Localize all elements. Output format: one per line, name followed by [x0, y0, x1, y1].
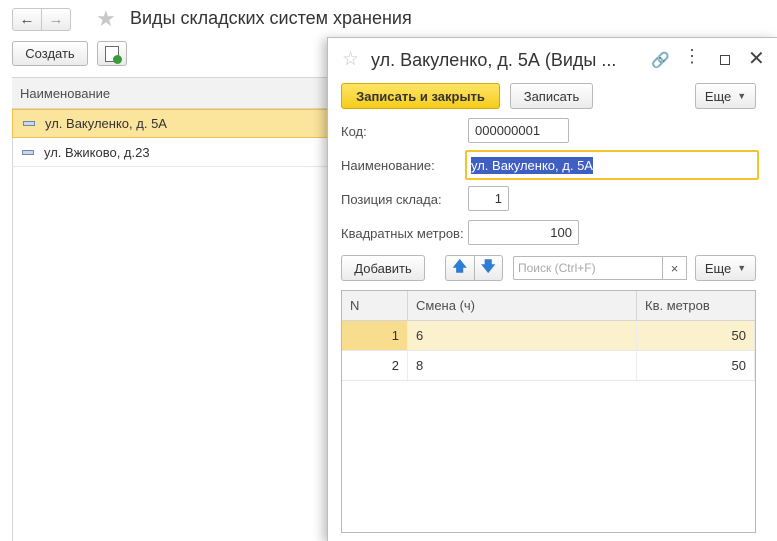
sqm-label: Квадратных метров:	[341, 226, 464, 241]
shifts-table: N Смена (ч) Кв. метров 1 6 50 2 8 50	[341, 290, 756, 533]
cell-n: 2	[342, 351, 408, 380]
more-menu-button[interactable]: Еще ▼	[695, 83, 756, 109]
column-header-shift[interactable]: Смена (ч)	[408, 291, 637, 320]
arrow-up-icon: 🡅	[452, 258, 467, 274]
search-input[interactable]: Поиск (Ctrl+F)	[513, 256, 663, 280]
name-field-value: ул. Вакуленко, д. 5А	[471, 156, 593, 174]
create-button[interactable]: Создать	[12, 41, 88, 66]
move-up-button[interactable]: 🡅	[445, 255, 475, 281]
copy-button[interactable]	[97, 41, 127, 66]
cell-shift: 8	[408, 351, 637, 380]
name-field[interactable]: ул. Вакуленко, д. 5А	[465, 150, 759, 180]
arrow-right-icon: →	[48, 11, 64, 28]
save-and-close-button[interactable]: Записать и закрыть	[341, 83, 500, 109]
list-border	[12, 109, 13, 541]
chevron-down-icon: ▼	[737, 91, 747, 101]
list-item-label: ул. Вакуленко, д. 5А	[45, 116, 167, 131]
position-label: Позиция склада:	[341, 192, 442, 207]
form-title: ул. Вакуленко, д. 5А (Виды ...	[371, 50, 617, 70]
page-title: Виды складских систем хранения	[130, 8, 412, 28]
clear-search-icon[interactable]: ×	[663, 256, 687, 280]
item-icon	[23, 121, 35, 126]
favorite-star-icon[interactable]: ★	[96, 6, 116, 32]
favorite-star-icon[interactable]: ☆	[342, 48, 359, 71]
item-form-window: ☆ ул. Вакуленко, д. 5А (Виды ... 🔗 ⋮ ✕ З…	[327, 37, 777, 541]
cell-sqm: 50	[637, 351, 755, 380]
move-down-button[interactable]: 🡇	[474, 255, 503, 281]
save-button[interactable]: Записать	[510, 83, 593, 109]
column-header-sqm[interactable]: Кв. метров	[637, 291, 755, 320]
name-label: Наименование:	[341, 158, 435, 173]
close-icon[interactable]: ✕	[748, 46, 765, 71]
arrow-down-icon: 🡇	[481, 258, 496, 274]
more-menu-label: Еще	[704, 260, 732, 276]
table-row[interactable]: 1 6 50	[342, 321, 755, 351]
sqm-field[interactable]: 100	[468, 220, 579, 245]
chevron-down-icon: ▼	[737, 263, 747, 273]
forward-button[interactable]: →	[41, 8, 71, 31]
add-row-button[interactable]: Добавить	[341, 255, 425, 281]
item-icon	[22, 149, 34, 155]
more-menu-label: Еще	[704, 88, 732, 104]
cell-n: 1	[342, 321, 408, 350]
cell-shift: 6	[408, 321, 637, 350]
code-label: Код:	[341, 124, 367, 139]
table-row[interactable]: 2 8 50	[342, 351, 755, 381]
table-more-menu-button[interactable]: Еще ▼	[695, 255, 756, 281]
position-field[interactable]: 1	[468, 186, 509, 211]
code-field[interactable]: 000000001	[468, 118, 569, 143]
more-dots-icon[interactable]: ⋮	[683, 46, 701, 67]
list-item-label: ул. Вжиково, д.23	[44, 144, 150, 160]
move-buttons: 🡅 🡇	[445, 255, 503, 281]
column-header-n[interactable]: N	[342, 291, 408, 320]
table-header: N Смена (ч) Кв. метров	[342, 291, 755, 321]
copy-add-icon	[105, 45, 122, 64]
arrow-left-icon: ←	[19, 11, 35, 28]
maximize-icon[interactable]	[720, 55, 730, 65]
link-icon[interactable]: 🔗	[651, 51, 670, 69]
back-button[interactable]: ←	[12, 8, 42, 31]
cell-sqm: 50	[637, 321, 755, 350]
